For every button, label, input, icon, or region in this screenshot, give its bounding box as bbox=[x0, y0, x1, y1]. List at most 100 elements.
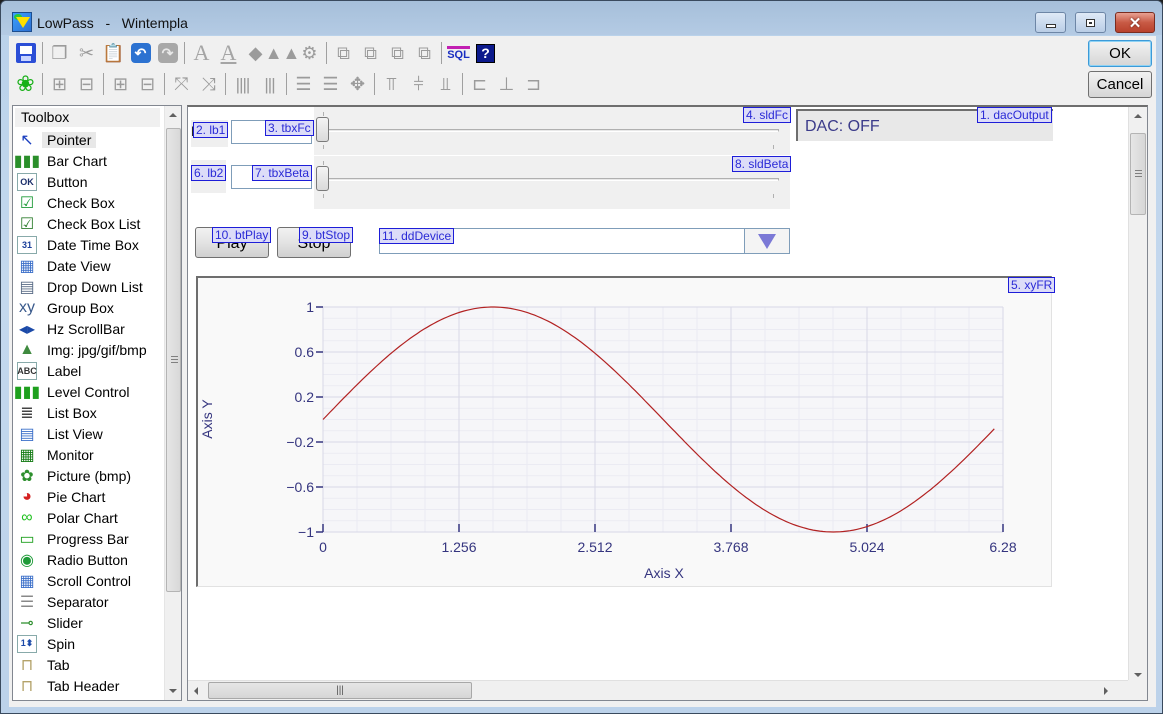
toolbox-item-pie-chart[interactable]: ◕ Pie Chart bbox=[17, 486, 167, 507]
align-left-icon[interactable]: ⊏ bbox=[468, 73, 491, 96]
toolbox-item-bar-chart[interactable]: ▮▮▮ Bar Chart bbox=[14, 150, 167, 171]
save-icon[interactable] bbox=[14, 42, 37, 65]
toolbox-item-hz-scrollbar[interactable]: ◂▸ Hz ScrollBar bbox=[17, 318, 167, 339]
scroll-left-arrow-icon[interactable] bbox=[194, 687, 198, 695]
pencils-icon[interactable]: ▲▲ bbox=[265, 42, 301, 65]
radio-button-icon: ◉ bbox=[20, 551, 34, 569]
scroll-right-arrow-icon[interactable] bbox=[1104, 687, 1108, 695]
undo-icon[interactable]: ↶ bbox=[129, 42, 152, 65]
toolbox-item-label: Polar Chart bbox=[47, 509, 118, 526]
space-down-icon[interactable]: ☰ bbox=[292, 73, 315, 96]
xyFR-chart[interactable]: 0 1.256 2.512 3.768 5.024 6.28 1 0.6 0.2 −0.2 −0.6… bbox=[196, 276, 1052, 587]
space-evenly-across-icon[interactable]: ||| bbox=[258, 73, 281, 96]
toolbox-scrollbar[interactable] bbox=[164, 106, 181, 700]
toolbox-item-slider[interactable]: ⊸ Slider bbox=[17, 612, 167, 633]
shrink-icon[interactable]: ⤧ bbox=[170, 73, 193, 96]
scroll-down-arrow-icon[interactable] bbox=[169, 689, 177, 693]
make-same-size-icon[interactable]: ⤨ bbox=[197, 73, 220, 96]
vertical-scroll-thumb[interactable] bbox=[1130, 133, 1146, 215]
toolbox-item-label[interactable]: ABC Label bbox=[17, 360, 167, 381]
horizontal-scrollbar[interactable]: ||| bbox=[188, 680, 1128, 700]
scroll-up-arrow-icon[interactable] bbox=[1134, 114, 1142, 118]
toolbox-item-check-box-list[interactable]: ☑ Check Box List bbox=[17, 213, 167, 234]
title-bar[interactable]: LowPass - Wintempla ✕ bbox=[1, 1, 1162, 35]
toolbox-item-radio-button[interactable]: ◉ Radio Button bbox=[17, 549, 167, 570]
sldFc-thumb[interactable] bbox=[316, 117, 329, 142]
toolbox-item-level-control[interactable]: ▮▮▮ Level Control bbox=[14, 381, 167, 402]
toolbox-item-progress-bar[interactable]: ▭ Progress Bar bbox=[17, 528, 167, 549]
make-same-height-glyph: ⊟ bbox=[139, 74, 156, 94]
toolbox-item-img-jpg-gif-bmp[interactable]: ▲ Img: jpg/gif/bmp bbox=[17, 339, 167, 360]
toolbox-item-date-time-box[interactable]: 31 Date Time Box bbox=[17, 234, 167, 255]
tab-order-icon[interactable]: ❀ bbox=[14, 73, 37, 96]
paste-icon[interactable]: 📋 bbox=[102, 42, 125, 65]
y-tick-label: 0.6 bbox=[295, 344, 315, 360]
space-evenly-down-icon[interactable]: ☰ bbox=[319, 73, 342, 96]
toolbox-item-scroll-control[interactable]: ▦ Scroll Control bbox=[17, 570, 167, 591]
bring-to-front-icon[interactable]: ⧉ bbox=[332, 42, 355, 65]
close-button[interactable]: ✕ bbox=[1115, 12, 1155, 33]
cancel-button[interactable]: Cancel bbox=[1088, 71, 1152, 98]
toolbox-item-label: Monitor bbox=[47, 446, 94, 463]
form-canvas[interactable]: F 2. lb1 3. tbxFc 4. sldFc DAC: OFF 1. d… bbox=[188, 107, 1128, 681]
toolbox-item-label: Bar Chart bbox=[47, 152, 107, 169]
sldBeta-slider[interactable] bbox=[314, 156, 790, 209]
space-across-icon[interactable]: |||| bbox=[231, 73, 254, 96]
align-top-icon[interactable]: ⫪ bbox=[380, 73, 403, 96]
make-same-width-icon[interactable]: ⊟ bbox=[75, 73, 98, 96]
drop-down-list-icon: ▤ bbox=[19, 278, 35, 296]
align-right-icon[interactable]: ⊐ bbox=[522, 73, 545, 96]
toolbox-item-spin[interactable]: 1⬍ Spin bbox=[17, 633, 167, 654]
align-middle-icon[interactable]: ⫩ bbox=[407, 73, 430, 96]
redo-icon[interactable]: ↷ bbox=[156, 42, 179, 65]
center-vertical-icon[interactable]: ⊞ bbox=[109, 73, 132, 96]
toolbox-item-list-box[interactable]: ≣ List Box bbox=[17, 402, 167, 423]
toolbox-item-date-view[interactable]: ▦ Date View bbox=[17, 255, 167, 276]
toolbox-item-group-box[interactable]: xy Group Box bbox=[17, 297, 167, 318]
sql-icon[interactable]: SQL bbox=[447, 42, 470, 65]
vertical-scrollbar[interactable] bbox=[1128, 107, 1147, 681]
align-center-icon[interactable]: ⊥ bbox=[495, 73, 518, 96]
cut-icon[interactable]: ✂ bbox=[75, 42, 98, 65]
toolbox-item-pointer[interactable]: ↖ Pointer bbox=[17, 129, 167, 150]
align-bottom-icon[interactable]: ⫫ bbox=[434, 73, 457, 96]
horizontal-scroll-thumb[interactable]: ||| bbox=[208, 682, 472, 699]
scroll-down-arrow-icon[interactable] bbox=[1134, 673, 1142, 677]
copy-icon[interactable]: ❐ bbox=[48, 42, 71, 65]
maximize-button[interactable] bbox=[1075, 12, 1106, 33]
toolbox-item-separator[interactable]: ☰ Separator bbox=[17, 591, 167, 612]
center-horizontal-icon[interactable]: ⊞ bbox=[48, 73, 71, 96]
font-icon[interactable]: A bbox=[190, 42, 213, 65]
grid-icon[interactable]: ✥ bbox=[346, 73, 369, 96]
fill-color-icon[interactable]: ◆ bbox=[244, 42, 267, 65]
font-color-icon[interactable]: A bbox=[217, 42, 240, 65]
help-icon[interactable]: ? bbox=[474, 42, 497, 65]
lb2-tag: 6. lb2 bbox=[191, 165, 227, 181]
send-to-back-icon[interactable]: ⧉ bbox=[359, 42, 382, 65]
bring-forward-icon[interactable]: ⧉ bbox=[386, 42, 409, 65]
ok-button[interactable]: OK bbox=[1088, 40, 1152, 67]
toolbox-item-tab-header[interactable]: ⊓ Tab Header bbox=[17, 675, 167, 696]
design-surface[interactable]: F 2. lb1 3. tbxFc 4. sldFc DAC: OFF 1. d… bbox=[187, 105, 1148, 701]
toolbox-scroll-thumb[interactable] bbox=[166, 128, 181, 592]
send-backward-icon[interactable]: ⧉ bbox=[413, 42, 436, 65]
toolbox-item-picture-bmp[interactable]: ✿ Picture (bmp) bbox=[17, 465, 167, 486]
toolbox-item-drop-down-list[interactable]: ▤ Drop Down List bbox=[17, 276, 167, 297]
toolbox-panel: Toolbox ↖ Pointer ▮▮▮ Bar Chart OK Button ☑ Che… bbox=[12, 105, 182, 701]
screw-icon[interactable]: ⚙ bbox=[298, 42, 321, 65]
toolbox-item-check-box[interactable]: ☑ Check Box bbox=[17, 192, 167, 213]
sldBeta-thumb[interactable] bbox=[316, 166, 329, 191]
dropdown-button[interactable] bbox=[744, 229, 789, 253]
make-same-size-glyph: ⤨ bbox=[201, 74, 216, 94]
toolbox-item-label: Tab bbox=[47, 656, 70, 673]
minimize-button[interactable] bbox=[1035, 12, 1066, 33]
toolbox-item-tab[interactable]: ⊓ Tab bbox=[17, 654, 167, 675]
scroll-up-arrow-icon[interactable] bbox=[169, 113, 177, 117]
toolbox-item-polar-chart[interactable]: ∞ Polar Chart bbox=[17, 507, 167, 528]
sldFc-slider[interactable] bbox=[314, 107, 790, 155]
toolbox-item-list-view[interactable]: ▤ List View bbox=[17, 423, 167, 444]
x-tick-label: 2.512 bbox=[577, 539, 612, 555]
toolbox-item-button[interactable]: OK Button bbox=[17, 171, 167, 192]
make-same-height-icon[interactable]: ⊟ bbox=[136, 73, 159, 96]
toolbox-item-monitor[interactable]: ▦ Monitor bbox=[17, 444, 167, 465]
